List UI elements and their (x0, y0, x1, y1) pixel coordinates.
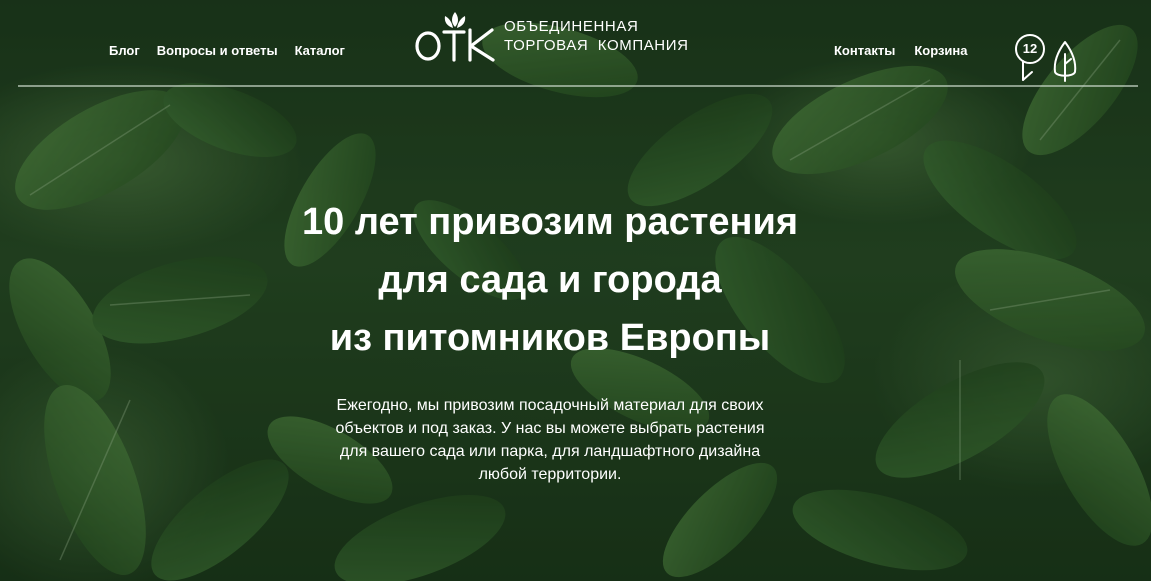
logo-line-1: ОБЪЕДИНЕННАЯ (504, 18, 639, 35)
nav-left: Блог Вопросы и ответы Каталог (109, 43, 345, 58)
nav-right: Контакты Корзина (834, 43, 968, 58)
logo[interactable]: ОБЪЕДИНЕННАЯ ТОРГОВАЯ КОМПАНИЯ (414, 8, 689, 64)
hero-description: Ежегодно, мы привозим посадочный материа… (335, 397, 765, 483)
hero-section: Блог Вопросы и ответы Каталог ОБЪЕДИНЕНН… (0, 0, 1151, 581)
top-navbar: Блог Вопросы и ответы Каталог ОБЪЕДИНЕНН… (0, 0, 1151, 87)
header-divider (18, 85, 1138, 87)
nav-link-catalog[interactable]: Каталог (295, 43, 345, 58)
nav-link-faq[interactable]: Вопросы и ответы (157, 43, 278, 58)
logo-line-2: ТОРГОВАЯ КОМПАНИЯ (504, 37, 689, 54)
cart-bubble-icon[interactable] (1014, 34, 1048, 82)
nav-link-contacts[interactable]: Контакты (834, 43, 895, 58)
nav-link-blog[interactable]: Блог (109, 43, 140, 58)
tree-icon[interactable] (1052, 40, 1078, 82)
logo-text: ОБЪЕДИНЕННАЯ ТОРГОВАЯ КОМПАНИЯ (504, 17, 689, 55)
hero-title: 10 лет привозим растения для сада и горо… (302, 201, 798, 359)
nav-link-cart[interactable]: Корзина (914, 43, 967, 58)
lotus-icon (415, 12, 495, 62)
